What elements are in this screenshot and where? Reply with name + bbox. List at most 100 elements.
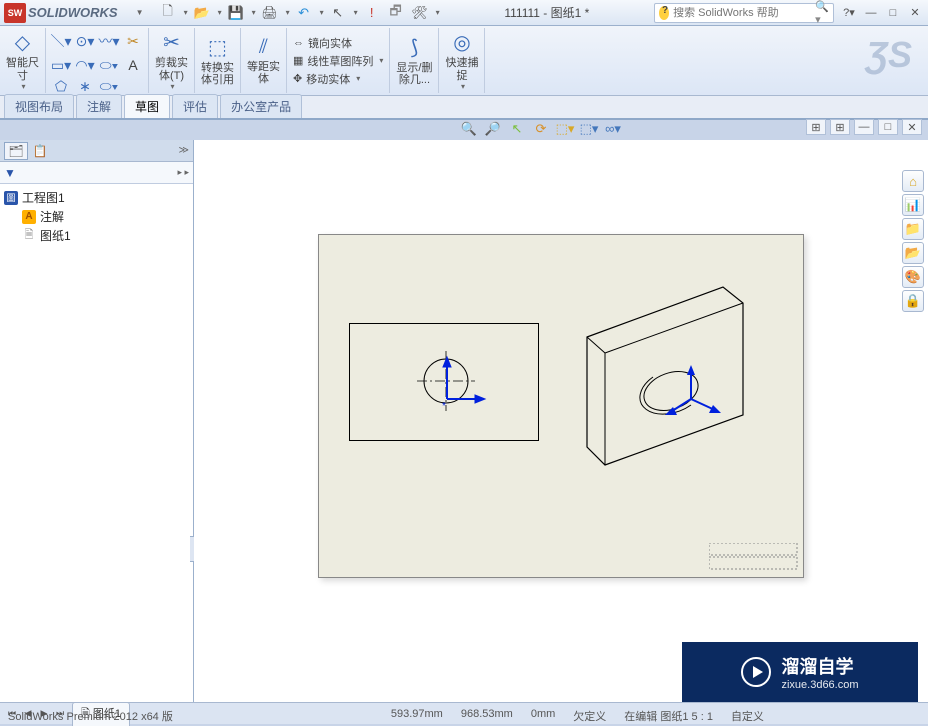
maximize-button[interactable]: □ (884, 5, 902, 21)
close-button[interactable]: ✕ (906, 5, 924, 21)
dropdown-icon[interactable]: ▾ (184, 8, 188, 17)
zoom-area-button[interactable]: 🔎 (484, 120, 502, 138)
app-brand: SOLIDWORKS (28, 5, 118, 20)
polygon-tool[interactable]: ⬠ (50, 78, 72, 95)
new-button[interactable]: 🗋 (158, 3, 178, 23)
display-style-button[interactable]: ⬚▾ (556, 120, 574, 138)
undo-button[interactable]: ↶ (294, 3, 314, 23)
help-button[interactable]: ?▾ (840, 5, 858, 21)
document-title: 111111 - 图纸1 * (440, 4, 654, 21)
line-tool[interactable]: ＼▾ (50, 30, 72, 52)
select-button[interactable]: ↖ (328, 3, 348, 23)
title-bar: SW SOLIDWORKS ▼ 🗋▾ 📂▾ 💾▾ 🖨▾ ↶▾ ↖▾ ! 🗗 🛠▾… (0, 0, 928, 26)
drawing-sheet[interactable]: * (318, 234, 804, 578)
dropdown-icon[interactable]: ▾ (320, 8, 324, 17)
dropdown-icon[interactable]: ▾ (354, 8, 358, 17)
minimize-button[interactable]: — (862, 5, 880, 21)
trim-label: 剪裁实 体(T) (155, 57, 188, 81)
circle-tool[interactable]: ⊙▾ (74, 30, 96, 52)
show-hide-group[interactable]: ⟆ 显示/删 除几... (390, 28, 439, 93)
tree-filter-bar[interactable]: ▼ ▸ ▸ (0, 162, 193, 184)
help-search[interactable]: 🔍▾ (654, 3, 834, 23)
offset-label: 等距实 体 (247, 61, 280, 85)
doc-minimize-button[interactable]: — (854, 119, 874, 135)
hide-show-button[interactable]: ⬚▾ (580, 120, 598, 138)
arc-tool[interactable]: ◠▾ (74, 54, 96, 76)
settings-button[interactable]: 🛠 (410, 3, 430, 23)
dropdown-icon[interactable]: ▾ (379, 56, 383, 65)
slot-tool[interactable]: ⬭▾ (98, 78, 120, 95)
dropdown-icon[interactable]: ▾ (461, 82, 465, 91)
options-button[interactable]: 🗗 (386, 3, 406, 23)
smart-dimension-group[interactable]: ◇ 智能尺 寸 ▾ (0, 28, 46, 93)
save-button[interactable]: 💾 (226, 3, 246, 23)
text-tool[interactable]: A (122, 54, 144, 76)
print-button[interactable]: 🖨 (260, 3, 280, 23)
doc-tile1-button[interactable]: ⊞ (806, 119, 826, 135)
dropdown-icon[interactable]: ▾ (356, 74, 360, 83)
move-button[interactable]: ✥移动实体▾ (293, 70, 383, 88)
library-tool[interactable]: 📁 (902, 218, 924, 240)
tab-annotation[interactable]: 注解 (76, 94, 122, 118)
show-hide-icon: ⟆ (411, 35, 419, 60)
zoom-fit-button[interactable]: 🔍 (460, 120, 478, 138)
delete-tool[interactable]: ✂ (122, 30, 144, 52)
graphics-area[interactable]: * (194, 140, 928, 702)
view-orient-button[interactable]: ∞▾ (604, 120, 622, 138)
sidebar-collapse-button[interactable]: ≫ (179, 145, 189, 156)
home-tool[interactable]: ⌂ (902, 170, 924, 192)
move-icon: ✥ (293, 72, 302, 85)
svg-text:*: * (442, 401, 446, 412)
snap-icon: ◎ (453, 30, 470, 55)
tree-root[interactable]: 圖 工程图1 (4, 188, 189, 207)
mirror-label: 镜向实体 (308, 35, 352, 51)
app-menu-dropdown[interactable]: ▼ (130, 3, 150, 23)
status-z: 0mm (531, 708, 555, 722)
quick-snap-group[interactable]: ◎ 快速捕 捉 ▾ (439, 28, 485, 93)
dropdown-icon[interactable]: ▾ (252, 8, 256, 17)
explorer-tool[interactable]: 📂 (902, 242, 924, 264)
tab-sketch[interactable]: 草图 (124, 94, 170, 118)
doc-maximize-button[interactable]: □ (878, 119, 898, 135)
feature-manager-panel: 🗂 📋 ≫ ▼ ▸ ▸ 圖 工程图1 A 注解 🗎 图纸1 (0, 140, 194, 702)
isometric-view[interactable] (575, 275, 795, 475)
trim-group[interactable]: ✂ 剪裁实 体(T) ▾ (149, 28, 195, 93)
search-go-icon[interactable]: 🔍▾ (815, 0, 829, 26)
open-button[interactable]: 📂 (192, 3, 212, 23)
doc-close-button[interactable]: ✕ (902, 119, 922, 135)
origin-2d: * (431, 355, 491, 415)
ellipse-tool[interactable]: ⬭▾ (98, 54, 120, 76)
rectangle-tool[interactable]: ▭▾ (50, 54, 72, 76)
window-controls: ?▾ — □ ✕ (840, 5, 924, 21)
feature-tree-tab[interactable]: 🗂 (4, 142, 28, 160)
doc-tile2-button[interactable]: ⊞ (830, 119, 850, 135)
dimension-icon: ◇ (15, 30, 30, 55)
resources-tool[interactable]: 📊 (902, 194, 924, 216)
offset-group[interactable]: ⫽ 等距实 体 (241, 28, 287, 93)
main-area: 🗂 📋 ≫ ▼ ▸ ▸ 圖 工程图1 A 注解 🗎 图纸1 (0, 140, 928, 702)
rebuild-button[interactable]: ! (362, 3, 382, 23)
linear-pattern-button[interactable]: ▦线性草图阵列▾ (293, 52, 383, 70)
point-tool[interactable]: ∗ (74, 78, 96, 95)
property-tab[interactable]: 📋 (28, 142, 52, 160)
tab-evaluate[interactable]: 评估 (172, 94, 218, 118)
section-view-button[interactable]: ⟳ (532, 120, 550, 138)
mirror-button[interactable]: ⇔镜向实体 (293, 34, 383, 52)
dropdown-icon[interactable]: ▾ (218, 8, 222, 17)
pattern-icon: ▦ (293, 54, 303, 67)
filter-dropdown-icon[interactable]: ▸ ▸ (177, 167, 189, 178)
appearance-tool[interactable]: 🔒 (902, 290, 924, 312)
dropdown-icon[interactable]: ▾ (286, 8, 290, 17)
convert-group[interactable]: ⬚ 转换实 体引用 (195, 28, 241, 93)
tree-annotations[interactable]: A 注解 (4, 207, 189, 226)
tab-view-layout[interactable]: 视图布局 (4, 94, 74, 118)
dropdown-icon[interactable]: ▾ (21, 82, 25, 91)
tab-office[interactable]: 办公室产品 (220, 94, 302, 118)
previous-view-button[interactable]: ↖ (508, 120, 526, 138)
command-tabs: 视图布局 注解 草图 评估 办公室产品 (0, 96, 928, 120)
dropdown-icon[interactable]: ▾ (170, 82, 174, 91)
search-input[interactable] (673, 7, 815, 19)
palette-tool[interactable]: 🎨 (902, 266, 924, 288)
spline-tool[interactable]: 〰▾ (98, 30, 120, 52)
tree-sheet[interactable]: 🗎 图纸1 (4, 226, 189, 245)
